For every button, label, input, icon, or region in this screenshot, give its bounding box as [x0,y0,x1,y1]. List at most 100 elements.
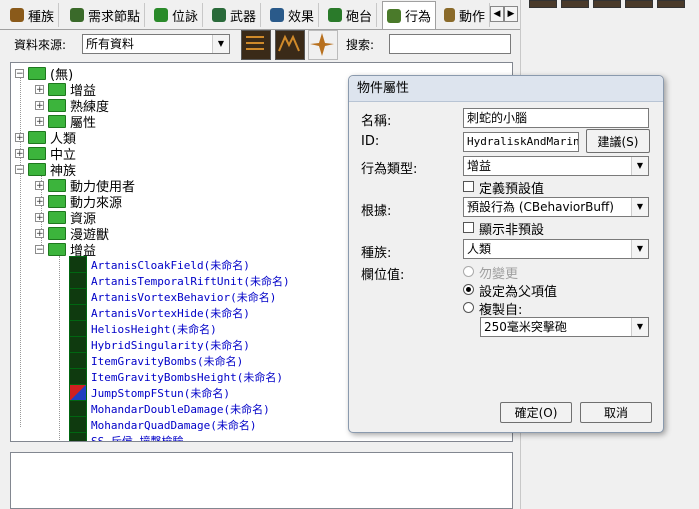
expand-icon[interactable]: + [35,116,44,126]
tree-leaf[interactable]: ArtanisCloakField(未命名) [69,256,250,274]
weapon-effect-icon [154,8,168,22]
tree-leaf[interactable]: MohandarQuadDamage(未命名) [69,416,256,434]
radio-no-change-label: 勿變更 [479,267,519,282]
expand-icon[interactable]: + [15,148,24,158]
collapse-icon[interactable]: − [35,244,44,254]
tree-leaf[interactable]: HeliosHeight(未命名) [69,320,217,338]
tab-position[interactable]: 位詠 [150,3,204,27]
radio-set-parent[interactable] [463,284,474,295]
behavior-type-select[interactable]: 增益 ▼ [463,156,649,176]
based-on-select[interactable]: 預設行為 (CBehaviorBuff) ▼ [463,197,649,217]
behavior-type-label: 行為類型: [361,162,418,177]
tree-leaf[interactable]: ArtanisVortexBehavior(未命名) [69,288,276,306]
requirement-icon [70,8,84,22]
show-non-default-checkbox[interactable] [463,222,474,233]
radio-copy-from-label: 複製自: [479,303,523,318]
effect-icon [270,8,284,22]
tab-bar: 種族 需求節點 位詠 武器 效果 砲台 行為 動作 ◀ ▶ [0,0,520,30]
tab-requirement-nodes[interactable]: 需求節點 [66,3,146,27]
name-field[interactable]: 刺蛇的小腦 [463,108,649,128]
tab-scroll-left-icon[interactable]: ◀ [490,6,504,22]
folder-icon [28,130,46,144]
zerg-filter-icon[interactable] [308,30,338,60]
chevron-down-icon: ▼ [631,318,648,336]
tab-scroll-right-icon[interactable]: ▶ [504,6,518,22]
id-field[interactable]: HydraliskAndMarine [463,132,579,152]
based-on-label: 根據: [361,204,392,219]
source-label: 資料來源: [14,38,67,52]
object-properties-dialog: 物件屬性 名稱: 刺蛇的小腦 ID: HydraliskAndMarine 建議… [348,75,664,433]
collapse-icon[interactable]: − [15,68,24,78]
tree-node-none[interactable]: − (無) [15,65,73,83]
folder-icon [28,162,46,176]
collapse-icon[interactable]: − [15,164,24,174]
define-default-label: 定義預設值 [479,182,545,197]
tree-leaf[interactable]: ItemGravityBombs(未命名) [69,352,243,370]
tab-actions[interactable]: 動作 [440,3,490,27]
tree-leaf[interactable]: SS_斥侯_撞擊檢驗 [69,432,184,441]
folder-icon [48,82,66,96]
weapon-icon [212,8,226,22]
tree-leaf[interactable]: ItemGravityBombsHeight(未命名) [69,368,283,386]
folder-icon [48,194,66,208]
description-box[interactable] [10,452,513,509]
tree-leaf[interactable]: ArtanisTemporalRiftUnit(未命名) [69,272,290,290]
ability-icon [69,432,87,441]
tree-leaf[interactable]: ArtanisVortexHide(未命名) [69,304,250,322]
copy-from-select[interactable]: 250毫米突擊砲 ▼ [480,317,649,337]
cancel-button[interactable]: 取消 [580,402,652,423]
behavior-icon [387,8,401,23]
search-input[interactable] [389,34,511,54]
folder-icon [48,114,66,128]
tab-weapons[interactable]: 武器 [208,3,262,27]
list-view-icon[interactable] [241,30,271,60]
tree-node-protoss[interactable]: − 神族 [15,161,76,179]
dialog-title: 物件屬性 [349,76,663,102]
radio-copy-from[interactable] [463,302,474,313]
suggest-button[interactable]: 建議(S) [586,129,650,153]
chevron-down-icon: ▼ [631,198,648,216]
tree-leaf[interactable]: HybridSingularity(未命名) [69,336,250,354]
right-toolbar-button-1[interactable] [529,0,557,8]
tab-turrets[interactable]: 砲台 [324,3,378,27]
expand-icon[interactable]: + [35,180,44,190]
expand-icon[interactable]: + [35,212,44,222]
source-select[interactable]: 所有資料 ▼ [82,34,230,54]
expand-icon[interactable]: + [35,196,44,206]
tab-effects[interactable]: 效果 [266,3,320,27]
expand-icon[interactable]: + [35,84,44,94]
radio-set-parent-label: 設定為父項值 [479,285,558,300]
id-label: ID: [361,134,380,149]
folder-icon [28,146,46,160]
right-toolbar-button-2[interactable] [561,0,589,8]
define-default-checkbox[interactable] [463,181,474,192]
race-icon [10,8,24,22]
tree-node[interactable]: − 增益 [35,241,96,259]
tab-scroll: ◀ ▶ [490,6,518,22]
chevron-down-icon: ▼ [631,157,648,175]
right-toolbar-button-3[interactable] [593,0,621,8]
expand-icon[interactable]: + [35,228,44,238]
tab-race[interactable]: 種族 [6,3,60,27]
name-label: 名稱: [361,114,392,129]
show-non-default-label: 顯示非預設 [479,223,545,238]
expand-icon[interactable]: + [15,132,24,142]
field-value-label: 欄位值: [361,268,405,283]
tree-leaf[interactable]: JumpStompFStun(未命名) [69,384,230,402]
race-select[interactable]: 人類 ▼ [463,239,649,259]
ok-button[interactable]: 確定(O) [500,402,572,423]
folder-icon [48,242,66,256]
right-toolbar-button-4[interactable] [625,0,653,8]
action-icon [444,8,455,22]
folder-icon [48,226,66,240]
folder-icon [48,210,66,224]
expand-icon[interactable]: + [35,100,44,110]
radio-no-change[interactable] [463,266,474,277]
chevron-down-icon: ▼ [212,35,229,53]
tab-behaviors[interactable]: 行為 [382,1,437,29]
right-toolbar-button-5[interactable] [657,0,685,8]
tree-leaf[interactable]: MohandarDoubleDamage(未命名) [69,400,270,418]
unit-filter-icon[interactable] [275,30,305,60]
folder-icon [48,98,66,112]
race-label: 種族: [361,246,392,261]
